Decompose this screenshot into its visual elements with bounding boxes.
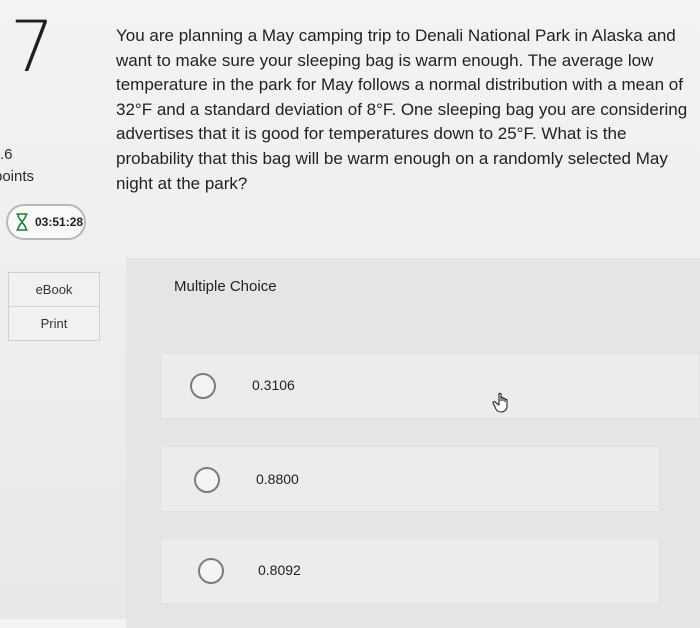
question-text: You are planning a May camping trip to D…	[116, 26, 688, 193]
timer-time: 03:51:28	[35, 215, 84, 229]
answer-option-2-label: 0.8800	[256, 471, 299, 487]
resource-links: eBook Print	[8, 272, 100, 341]
answer-type-title: Multiple Choice	[174, 278, 277, 295]
radio-button-2[interactable]	[194, 467, 220, 493]
hand-pointer-icon	[492, 392, 512, 414]
answer-option-1-label: 0.3106	[252, 377, 295, 393]
radio-button-3[interactable]	[198, 558, 224, 584]
radio-button-1[interactable]	[190, 373, 216, 399]
points-label: points	[0, 168, 35, 185]
question-number: 7	[10, 6, 55, 88]
answer-option-2[interactable]	[160, 446, 660, 512]
answer-option-3[interactable]	[160, 538, 660, 604]
answer-option-3-label: 0.8092	[258, 562, 301, 578]
hourglass-icon	[15, 213, 29, 231]
ebook-link[interactable]: eBook	[9, 273, 99, 306]
answer-option-1[interactable]	[160, 353, 700, 419]
timer-badge[interactable]: 03:51:28	[6, 204, 86, 240]
print-link[interactable]: Print	[9, 306, 99, 340]
points-value: .6	[0, 146, 13, 163]
